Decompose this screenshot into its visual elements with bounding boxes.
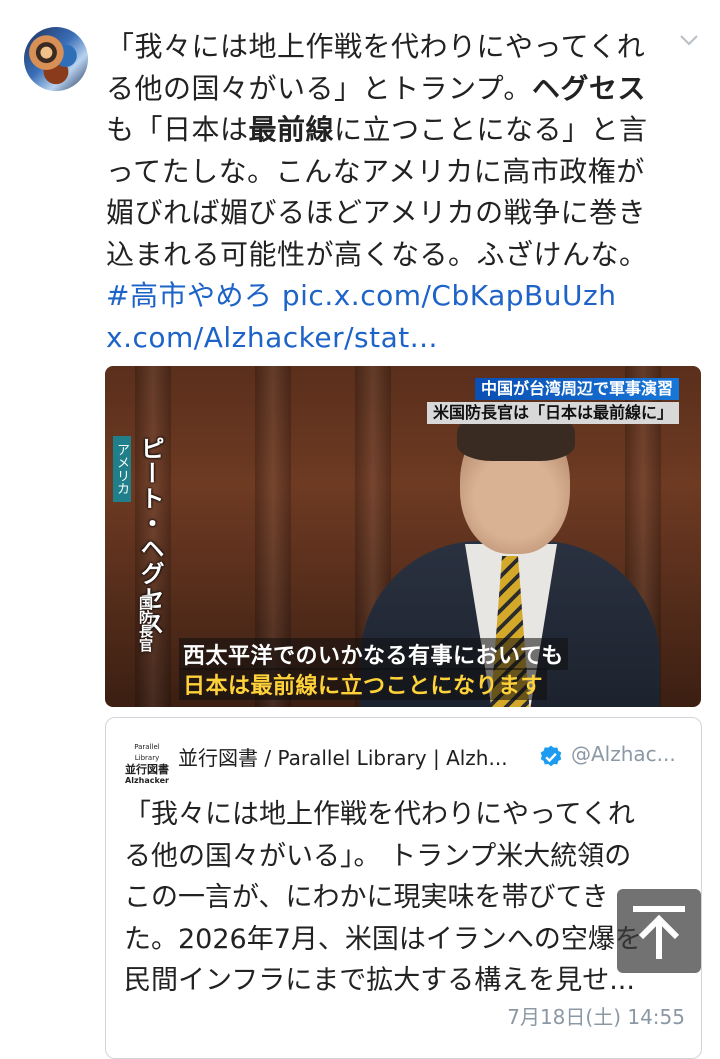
tweet-bold-fragment: ヘグセス xyxy=(531,71,646,105)
hashtag-link[interactable]: #高市やめろ xyxy=(106,279,272,312)
quoted-timestamp: 7月18日(土) 14:55 xyxy=(507,1005,685,1029)
quoted-line: た。2026年7月、米国はイランへの空爆を xyxy=(124,923,642,955)
tweet-fragment: も「日本は xyxy=(106,113,249,146)
tweet-line: る他の国々がいる」とトランプ。ヘグセス xyxy=(106,68,666,110)
country-tag: アメリカ xyxy=(113,436,131,502)
hashtag-and-pic-link: #高市やめろ pic.x.com/CbKapBuUzh xyxy=(106,275,666,317)
url-link[interactable]: x.com/Alzhacker/stat... xyxy=(106,317,666,359)
quoted-tweet[interactable]: Parallel Library 並行図書 Alzhacker 並行図書 / P… xyxy=(105,717,702,1059)
quoted-author-name[interactable]: 並行図書 / Parallel Library | Alzh... xyxy=(178,742,508,771)
tweet-line: 込まれる可能性が高くなる。ふざけんな。 xyxy=(106,237,648,271)
news-headline: 中国が台湾周辺で軍事演習 米国防長官は「日本は最前線に」 xyxy=(426,378,679,424)
media-video-frame[interactable]: 中国が台湾周辺で軍事演習 米国防長官は「日本は最前線に」 アメリカ ピート・ヘグ… xyxy=(105,366,701,707)
chevron-down-icon[interactable] xyxy=(679,33,699,47)
quoted-text: 「我々には地上作戦を代わりにやってくれ る他の国々がいる」。 トランプ米大統領の… xyxy=(124,794,684,1002)
quoted-line: 「我々には地上作戦を代わりにやってくれ xyxy=(124,799,635,830)
speaker-role: 国防長官 xyxy=(137,596,153,652)
logo-main-text: 並行図書 xyxy=(125,763,169,776)
tweet-line: ってたしな。こんなアメリカに高市政権が xyxy=(106,154,645,188)
tweet-line: 「我々には地上作戦を代わりにやってくれ xyxy=(106,30,646,63)
quoted-line: る他の国々がいる」。 トランプ米大統領の xyxy=(124,840,632,872)
tweet-line: 媚びれば媚びるほどアメリカの戦争に巻き xyxy=(106,196,647,229)
quoted-author-handle: @Alzhac... xyxy=(571,742,676,766)
logo-bottom-text: Alzhacker xyxy=(125,776,169,785)
tweet-text: 「我々には地上作戦を代わりにやってくれ る他の国々がいる」とトランプ。ヘグセス … xyxy=(106,26,666,358)
scroll-to-top-button[interactable] xyxy=(617,889,701,973)
tweet-bold-fragment: 最前線 xyxy=(248,113,335,146)
quoted-line: 民間インフラにまで拡大する構えを見せ... xyxy=(124,965,635,996)
verified-badge-icon xyxy=(540,745,562,767)
tweet-line: も「日本は最前線に立つことになる」と言 xyxy=(106,109,666,151)
subtitle-line-2: 日本は最前線に立つことになります xyxy=(179,668,548,700)
quoted-avatar-logo: Parallel Library 並行図書 Alzhacker xyxy=(124,742,170,785)
tweet-fragment: る他の国々がいる」とトランプ。 xyxy=(106,71,532,105)
avatar[interactable] xyxy=(24,27,88,91)
headline-top: 中国が台湾周辺で軍事演習 xyxy=(474,378,679,400)
logo-top-text: Parallel Library xyxy=(134,743,160,762)
subtitle-line-1: 西太平洋でのいかなる有事においても xyxy=(179,638,568,670)
headline-bottom: 米国防長官は「日本は最前線に」 xyxy=(426,402,679,424)
pic-link[interactable]: pic.x.com/CbKapBuUzh xyxy=(282,279,617,312)
quoted-line: この一言が、にわかに現実味を帯びてき xyxy=(124,882,609,913)
arrow-up-to-top-icon xyxy=(633,906,685,959)
tweet-fragment: に立つことになる」と言 xyxy=(334,113,648,146)
